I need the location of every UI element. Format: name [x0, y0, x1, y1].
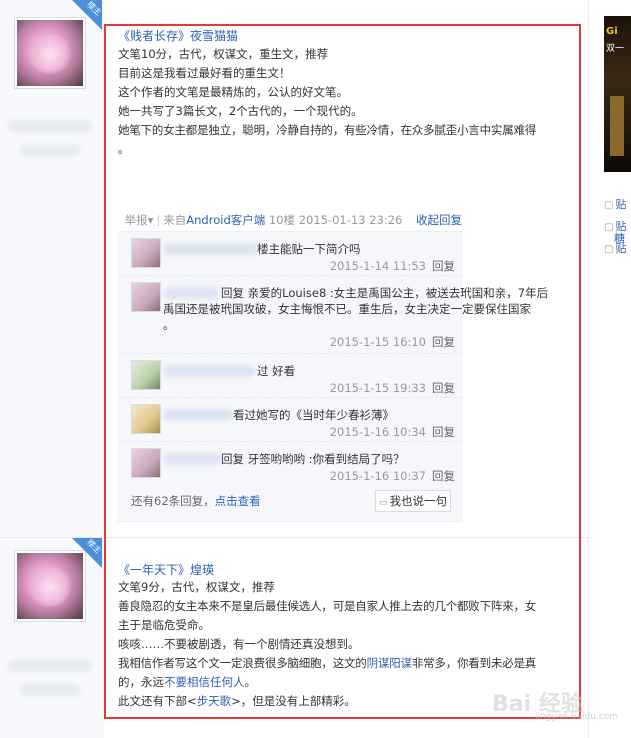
- owner-badge: 楼主: [72, 538, 102, 568]
- post-line: 善良隐忍的女主本来不是皇后最佳候选人，可是自家人推上去的几个都败下阵来，女: [118, 599, 537, 613]
- book-author-link[interactable]: 煌瑛: [190, 563, 214, 577]
- watermark-url: jingyan.baidu.com: [535, 712, 619, 722]
- post-title: 《一年天下》煌瑛: [118, 561, 214, 578]
- author-column: [0, 0, 104, 738]
- keyword-link[interactable]: 步天歌: [197, 694, 232, 708]
- post-line: 咳咳……不要被剧透，有一个剧情还真没想到。: [118, 637, 360, 651]
- author-level-blurred: [20, 145, 80, 157]
- sidebar-link[interactable]: ▢ 贴: [604, 196, 626, 212]
- author-level-blurred: [20, 684, 80, 696]
- ad-image: [610, 96, 624, 156]
- keyword-link[interactable]: 阴谋阳谋: [367, 656, 412, 670]
- post-2: 《一年天下》煌瑛 文笔9分，古代，权谋文，推荐 善良隐忍的女主本来不是皇后最佳候…: [104, 0, 582, 738]
- user-icon: ▢: [604, 222, 614, 233]
- keyword-link[interactable]: 不要相信任何人: [164, 675, 245, 689]
- trash-icon: ▢: [604, 244, 614, 255]
- author-name-blurred[interactable]: [8, 660, 92, 672]
- sidebar-link[interactable]: ▢ 贴: [604, 240, 626, 256]
- book-title: 《一年天下》: [118, 563, 191, 577]
- owner-badge: 楼主: [72, 0, 102, 30]
- post-line: 我相信作者写这个文一定浪费很多脑细胞，这文的阴谋阳谋非常多，你看到未必是真: [118, 656, 537, 670]
- document-icon: ▢: [604, 200, 614, 211]
- author-name-blurred[interactable]: [8, 120, 92, 132]
- post-line: 主于是临危受命。: [118, 618, 210, 632]
- sidebar-ad[interactable]: Gi 双一: [604, 16, 631, 172]
- post-line: 文笔9分，古代，权谋文，推荐: [118, 580, 275, 594]
